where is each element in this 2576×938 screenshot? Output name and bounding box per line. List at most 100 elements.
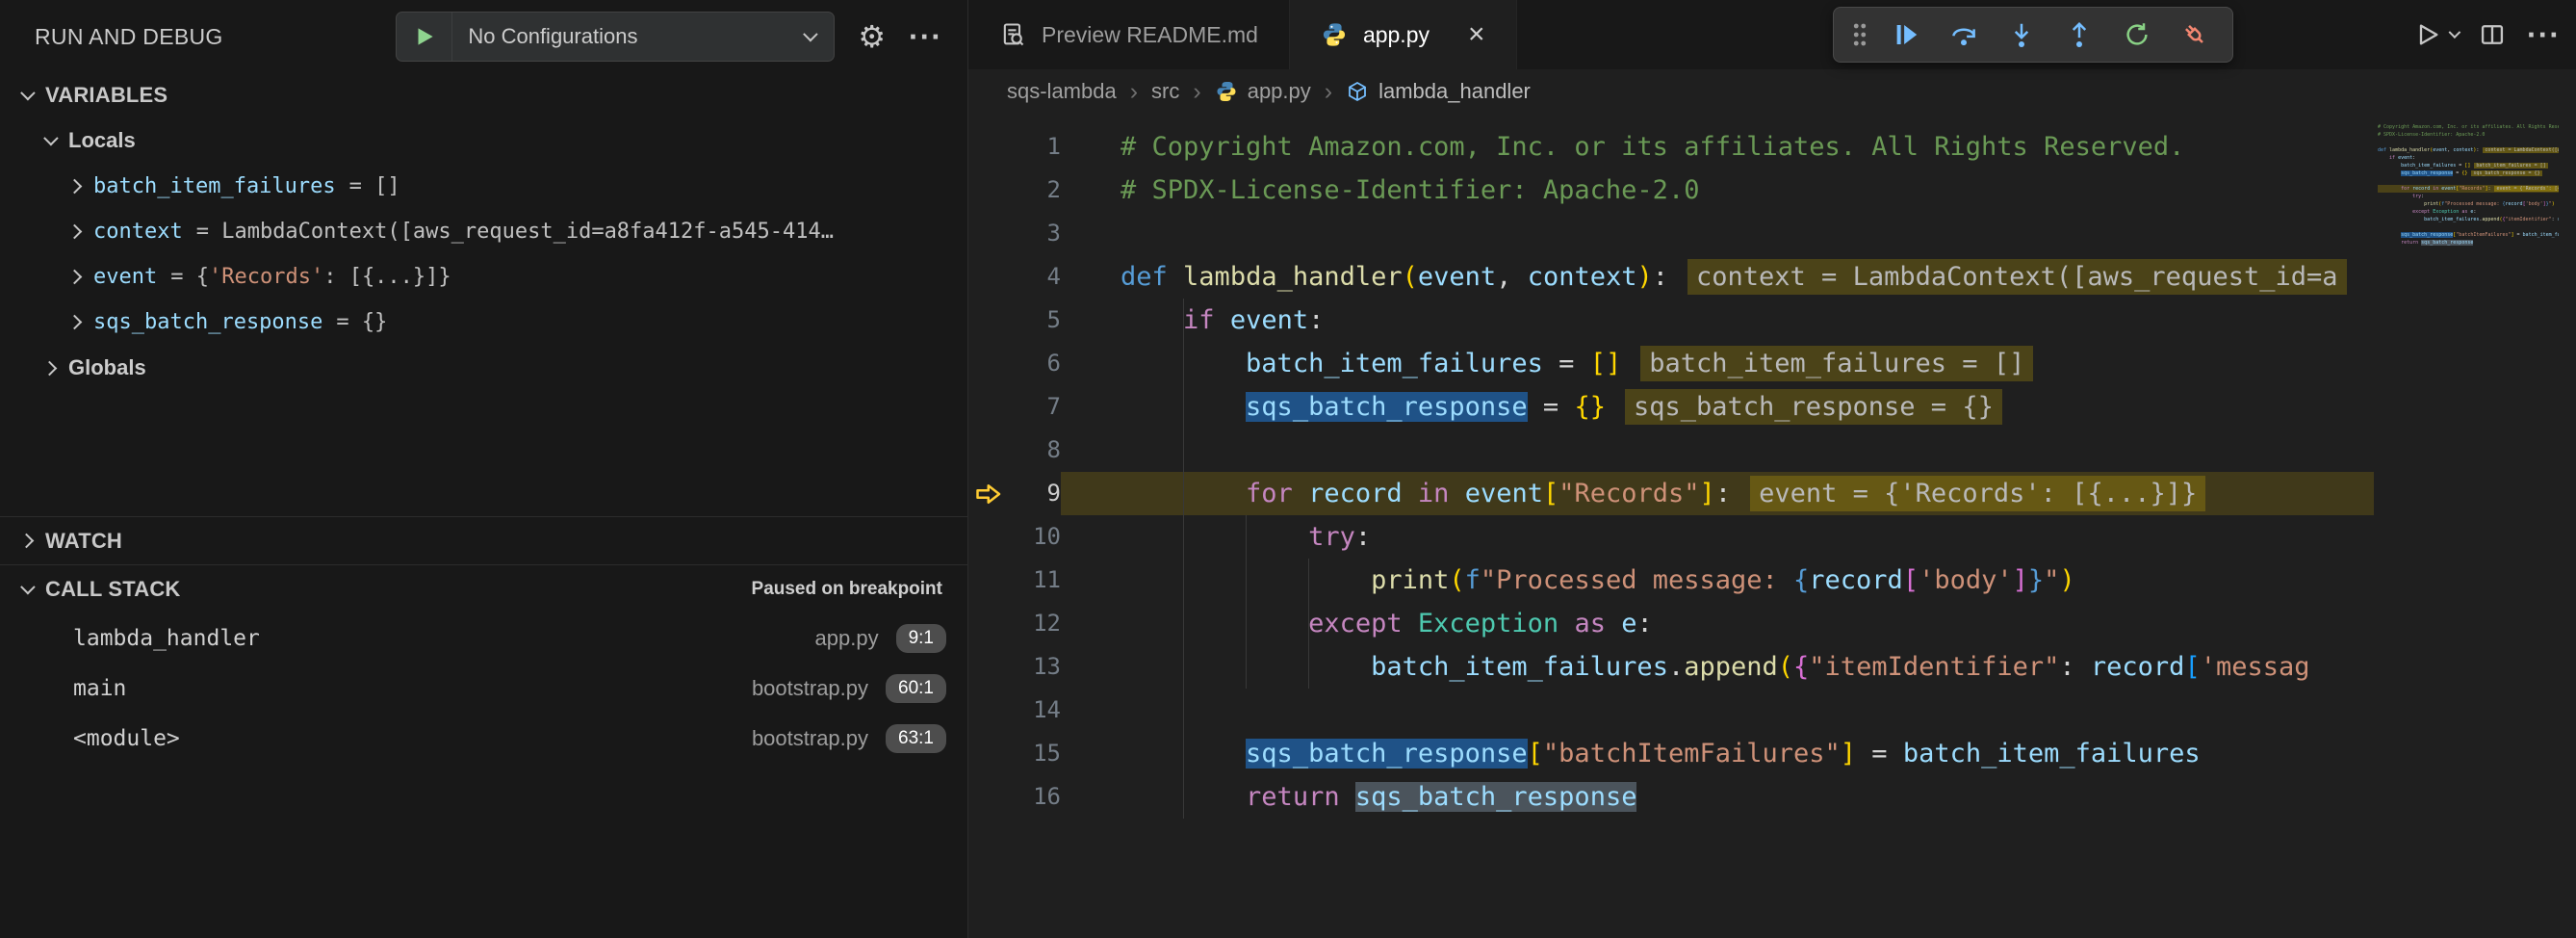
breadcrumb-item-file[interactable]: app.py	[1215, 79, 1311, 104]
editor-actions: ···	[2414, 0, 2561, 69]
disconnect-icon	[2180, 20, 2209, 49]
gutter[interactable]: 16	[968, 775, 1061, 819]
continue-button[interactable]	[1878, 11, 1934, 59]
chevron-right-icon	[19, 534, 35, 549]
gutter[interactable]: 3	[968, 212, 1061, 255]
variables-section-header[interactable]: VARIABLES	[0, 73, 967, 117]
code-line[interactable]: 16 return sqs_batch_response	[968, 775, 2576, 819]
line-number: 12	[1011, 602, 1061, 645]
code-line[interactable]: 11 print(f"Processed message: {record['b…	[968, 559, 2576, 602]
code-line[interactable]: 15 sqs_batch_response["batchItemFailures…	[968, 732, 2576, 775]
gutter[interactable]: 10	[968, 515, 1061, 559]
frame-name: <module>	[73, 726, 734, 751]
breadcrumb-item-folder[interactable]: src	[1151, 79, 1179, 104]
more-actions-icon[interactable]: ···	[2527, 17, 2561, 53]
gutter[interactable]: 9	[968, 472, 1061, 515]
step-out-button[interactable]	[2051, 11, 2107, 59]
line-number: 1	[1011, 125, 1061, 169]
code-line[interactable]: 5 if event:	[968, 299, 2576, 342]
close-icon[interactable]: ×	[1468, 20, 1485, 49]
gear-icon[interactable]: ⚙	[858, 21, 886, 52]
code-line[interactable]: 8	[968, 429, 2576, 472]
variable-row[interactable]: event = {'Records': [{...}]}	[0, 254, 967, 300]
gutter[interactable]: 12	[968, 602, 1061, 645]
variable-value: = {'Records': [{...}]}	[170, 265, 451, 289]
run-python-file-button[interactable]	[2414, 21, 2458, 48]
watch-section-header[interactable]: WATCH	[0, 519, 967, 563]
variable-row[interactable]: sqs_batch_response = {}	[0, 300, 967, 345]
variable-row[interactable]: context = LambdaContext([aws_request_id=…	[0, 209, 967, 254]
line-content	[1061, 429, 2374, 472]
code-line[interactable]: 9 for record in event["Records"]:event =…	[968, 472, 2576, 515]
variables-title: VARIABLES	[45, 83, 167, 108]
gutter[interactable]: 13	[968, 645, 1061, 689]
scope-globals[interactable]: Globals	[0, 345, 967, 391]
frame-name: main	[73, 676, 734, 701]
step-into-button[interactable]	[1994, 11, 2049, 59]
frame-position-badge: 60:1	[886, 674, 946, 703]
continue-icon	[1892, 20, 1920, 49]
tab-app-py[interactable]: app.py ×	[1290, 0, 1517, 69]
gutter[interactable]: 1	[968, 125, 1061, 169]
breadcrumb-item-symbol[interactable]: lambda_handler	[1346, 79, 1531, 104]
gutter[interactable]: 7	[968, 385, 1061, 429]
line-number: 8	[1011, 429, 1061, 472]
scope-locals-label: Locals	[68, 128, 136, 153]
gutter[interactable]: 5	[968, 299, 1061, 342]
chevron-right-icon	[42, 360, 58, 376]
breadcrumb-item-folder[interactable]: sqs-lambda	[1007, 79, 1117, 104]
stack-frame-row[interactable]: lambda_handlerapp.py9:1	[0, 613, 967, 664]
code-line[interactable]: 3	[968, 212, 2576, 255]
line-content: try:	[1061, 515, 2374, 559]
stack-frame-row[interactable]: <module>bootstrap.py63:1	[0, 714, 967, 764]
code-line[interactable]: 12 except Exception as e:	[968, 602, 2576, 645]
call-stack-section-header[interactable]: CALL STACK Paused on breakpoint	[0, 565, 967, 613]
tab-preview-readme[interactable]: Preview README.md	[968, 0, 1290, 69]
gutter[interactable]: 15	[968, 732, 1061, 775]
breadcrumb-file-label: app.py	[1248, 79, 1311, 104]
gutter[interactable]: 14	[968, 689, 1061, 732]
variable-row[interactable]: batch_item_failures = []	[0, 164, 967, 209]
frame-position-badge: 63:1	[886, 724, 946, 753]
gutter[interactable]: 11	[968, 559, 1061, 602]
gutter[interactable]: 8	[968, 429, 1061, 472]
debug-config-dropdown[interactable]: No Configurations	[396, 12, 835, 62]
step-over-button[interactable]	[1936, 11, 1992, 59]
minimap-line: for record in event["Records"]:event = {…	[2378, 185, 2559, 193]
minimap-line	[2378, 223, 2559, 231]
disconnect-button[interactable]	[2167, 11, 2223, 59]
line-number: 16	[1011, 775, 1061, 819]
stack-frame-row[interactable]: mainbootstrap.py60:1	[0, 664, 967, 714]
tab-bar: Preview README.md app.py ×	[968, 0, 2576, 69]
line-number: 5	[1011, 299, 1061, 342]
gutter[interactable]: 2	[968, 169, 1061, 212]
chevron-right-icon	[67, 315, 83, 330]
code-line[interactable]: 7 sqs_batch_response = {}sqs_batch_respo…	[968, 385, 2576, 429]
breadcrumb-separator: ›	[1193, 78, 1200, 106]
line-content: return sqs_batch_response	[1061, 775, 2374, 819]
more-actions-icon[interactable]: ···	[909, 21, 942, 52]
code-editor[interactable]: 1 # Copyright Amazon.com, Inc. or its aff…	[968, 114, 2576, 938]
code-line[interactable]: 1# Copyright Amazon.com, Inc. or its aff…	[968, 125, 2576, 169]
gutter[interactable]: 6	[968, 342, 1061, 385]
restart-button[interactable]	[2109, 11, 2165, 59]
code-line[interactable]: 14	[968, 689, 2576, 732]
code-line[interactable]: 4def lambda_handler(event, context):cont…	[968, 255, 2576, 299]
start-debug-button[interactable]	[397, 13, 452, 61]
split-editor-button[interactable]	[2479, 21, 2506, 48]
minimap[interactable]: # Copyright Amazon.com, Inc. or its affi…	[2378, 123, 2559, 287]
debug-config-label: No Configurations	[452, 24, 804, 49]
code-line[interactable]: 13 batch_item_failures.append({"itemIden…	[968, 645, 2576, 689]
chevron-down-icon	[20, 85, 36, 100]
code-line[interactable]: 2# SPDX-License-Identifier: Apache-2.0	[968, 169, 2576, 212]
step-out-icon	[2065, 20, 2094, 49]
minimap-line: # SPDX-License-Identifier: Apache-2.0	[2378, 131, 2559, 139]
code-line[interactable]: 10 try:	[968, 515, 2576, 559]
variables-pane: VARIABLES Locals batch_item_failures = […	[0, 73, 967, 516]
python-icon	[1215, 80, 1238, 103]
line-content	[1061, 689, 2374, 732]
scope-locals[interactable]: Locals	[0, 117, 967, 164]
code-line[interactable]: 6 batch_item_failures = []batch_item_fai…	[968, 342, 2576, 385]
drag-handle-icon[interactable]	[1843, 20, 1876, 49]
gutter[interactable]: 4	[968, 255, 1061, 299]
